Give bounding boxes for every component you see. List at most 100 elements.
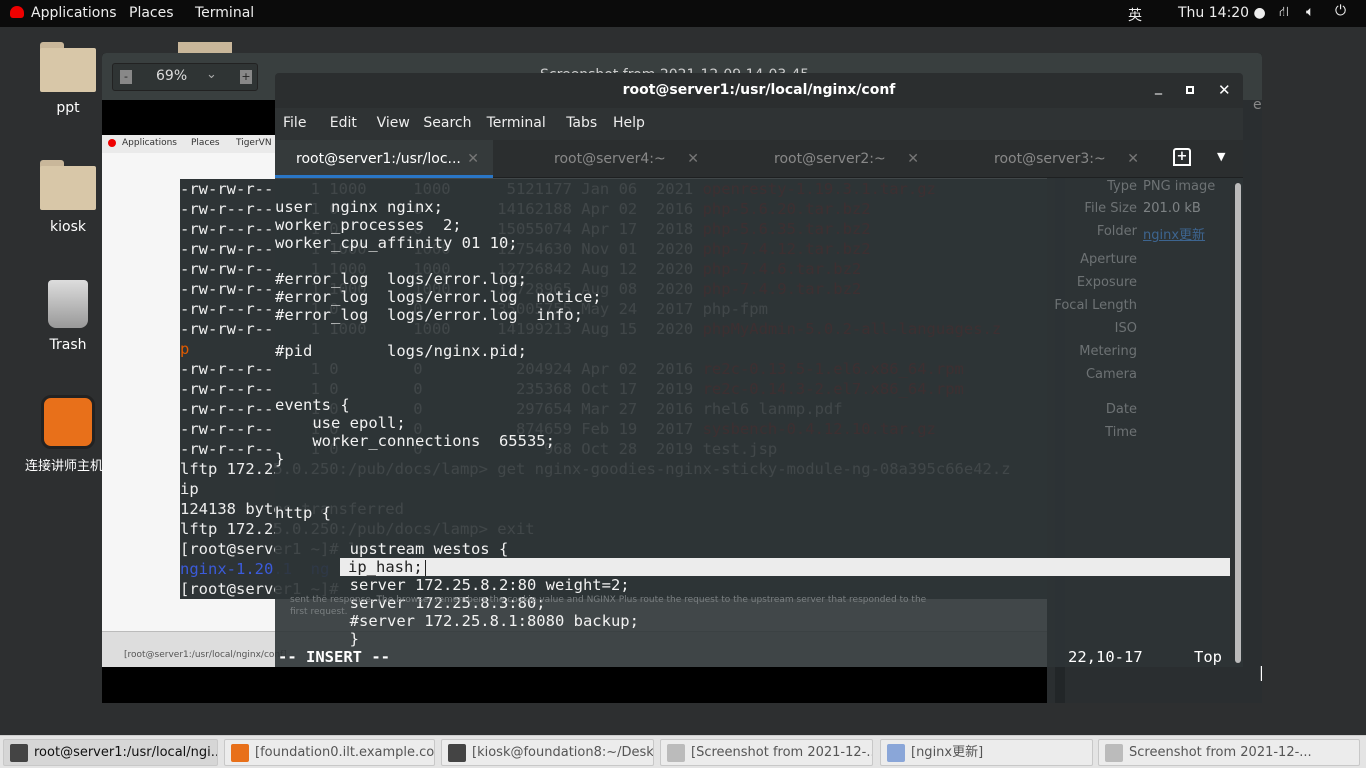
vim-mode: -- INSERT -- [278,648,390,666]
tab-label: root@server1:/usr/loc... [296,151,461,167]
new-tab-icon[interactable]: + [1173,148,1191,166]
listing-text: p [180,340,190,358]
vim-cursor-position: 22,10-17 [1068,648,1143,666]
desktop-icon-kiosk[interactable]: kiosk [23,160,113,235]
home-folder-icon [40,160,96,210]
folder-link[interactable]: nginx更新 [1143,224,1205,243]
taskbar-item[interactable]: [nginx更新] [880,739,1093,766]
menu-tabs[interactable]: Tabs [566,115,597,131]
taskbar-item[interactable]: root@server1:/usr/local/ngi... [3,739,218,766]
menu-search[interactable]: Search [423,115,471,131]
terminal-tab[interactable]: root@server2:~ ✕ [715,140,933,178]
property-label: Focal Length [1054,298,1137,313]
editor-line: } [275,450,285,468]
desktop-icon-vnc[interactable]: 连接讲师主机 [23,395,113,474]
editor-line: events { [275,396,350,414]
applications-menu[interactable]: Applications [31,5,117,21]
folder-label: Folder [1096,224,1137,239]
scrollbar[interactable] [1235,183,1241,663]
editor-line: server 172.25.8.2:80 weight=2; [275,576,630,594]
editor-line: use epoll; [275,414,406,432]
editor-line: upstream westos { [275,540,509,558]
taskbar-label: [Screenshot from 2021-12-... [691,745,873,760]
input-method[interactable]: 英 [1128,5,1142,25]
taskbar-item[interactable]: [kiosk@foundation8:~/Desk... [441,739,654,766]
property-label: Metering [1079,344,1137,359]
desktop-icon-trash[interactable]: Trash [23,280,113,353]
minimize-button[interactable]: _ [1155,79,1162,95]
file-type: PNG image [1143,179,1216,194]
taskbar-label: Screenshot from 2021-12-... [1129,745,1312,760]
tab-label: root@server4:~ [554,151,666,167]
logo-fragment: IX [1259,662,1262,686]
property-label: Aperture [1080,252,1137,267]
zoom-in-button[interactable]: + [240,70,252,84]
places-menu[interactable]: Places [129,5,174,21]
taskbar-item[interactable]: [foundation0.ilt.example.co... [224,739,435,766]
zoom-out-button[interactable]: - [120,70,132,84]
image-viewer-icon [1105,744,1123,762]
close-tab-icon[interactable]: ✕ [687,140,699,178]
property-label: Date [1105,402,1137,417]
tab-label: root@server3:~ [994,151,1106,167]
image-viewer-icon [667,744,685,762]
taskbar-label: [foundation0.ilt.example.co... [255,745,435,760]
redhat-icon [10,6,24,18]
terminal-tab[interactable]: root@server1:/usr/loc... ✕ [275,140,493,178]
close-tab-icon[interactable]: ✕ [1127,140,1139,178]
taskbar-label: [kiosk@foundation8:~/Desk... [472,745,654,760]
property-label: Time [1105,425,1137,440]
menu-view[interactable]: View [377,115,410,131]
desktop-icon-ppt[interactable]: ppt [23,42,113,116]
tab-label: root@server2:~ [774,151,886,167]
editor-line: worker_cpu_affinity 01 10; [275,234,518,252]
tabs-dropdown-icon[interactable]: ▼ [1217,150,1225,163]
menu-terminal[interactable]: Terminal [487,115,546,131]
zoom-level[interactable]: 69% [156,68,187,84]
close-tab-icon[interactable]: ✕ [907,140,919,178]
power-icon[interactable]: ⏻ [1335,3,1346,19]
terminal-menubar: File Edit View Search Terminal Tabs Help [275,108,1243,140]
close-tab-icon[interactable]: ✕ [467,140,479,178]
terminal-tabs: + ▼ root@server1:/usr/loc... ✕ root@server… [275,140,1243,178]
folder-icon [40,42,96,92]
file-size: 201.0 kB [1143,201,1201,216]
file-manager-icon [887,744,905,762]
property-label: ISO [1114,321,1137,336]
menu-help[interactable]: Help [613,115,645,131]
file-size-label: File Size [1084,201,1137,216]
network-icon[interactable]: ⛙ [1279,4,1289,22]
menu-edit[interactable]: Edit [330,115,357,131]
menu-file[interactable]: File [283,115,306,131]
taskbar-label: root@server1:/usr/local/ngi... [34,745,218,760]
desktop-icon-label: 连接讲师主机 [24,459,103,474]
mini-tigervnc: TigerVN [236,138,272,148]
tigervnc-icon [41,395,95,449]
taskbar-label: [nginx更新] [911,745,984,760]
taskbar-item[interactable]: Screenshot from 2021-12-... [1098,739,1360,766]
property-label: Exposure [1076,275,1137,290]
terminal-app-menu[interactable]: Terminal [195,5,254,21]
volume-icon[interactable]: 🔈︎ [1306,4,1314,20]
terminal-tab[interactable]: root@server4:~ ✕ [495,140,713,178]
maximize-button[interactable] [1186,86,1194,94]
listing-text: ip [180,480,199,498]
clock[interactable]: Thu 14:20 ● [1178,5,1266,21]
top-bar: Applications Places Terminal 英 Thu 14:20… [0,0,1366,27]
chevron-down-icon[interactable]: ⌄ [206,67,217,82]
terminal-title: root@server1:/usr/local/nginx/conf [275,73,1243,108]
mini-applications: Applications [122,138,177,148]
tigervnc-icon [231,744,249,762]
taskbar-item[interactable]: [Screenshot from 2021-12-... [660,739,873,766]
desktop-icon-label: ppt [56,100,80,116]
desktop-icon-label: Trash [49,337,87,353]
editor-line: ip_hash; [340,558,1230,576]
close-button[interactable]: ✕ [1218,81,1231,99]
mini-places: Places [191,138,220,148]
terminal-tab[interactable]: root@server3:~ ✕ [935,140,1153,178]
mini-note: sent the response. The browser remembers… [290,595,927,617]
